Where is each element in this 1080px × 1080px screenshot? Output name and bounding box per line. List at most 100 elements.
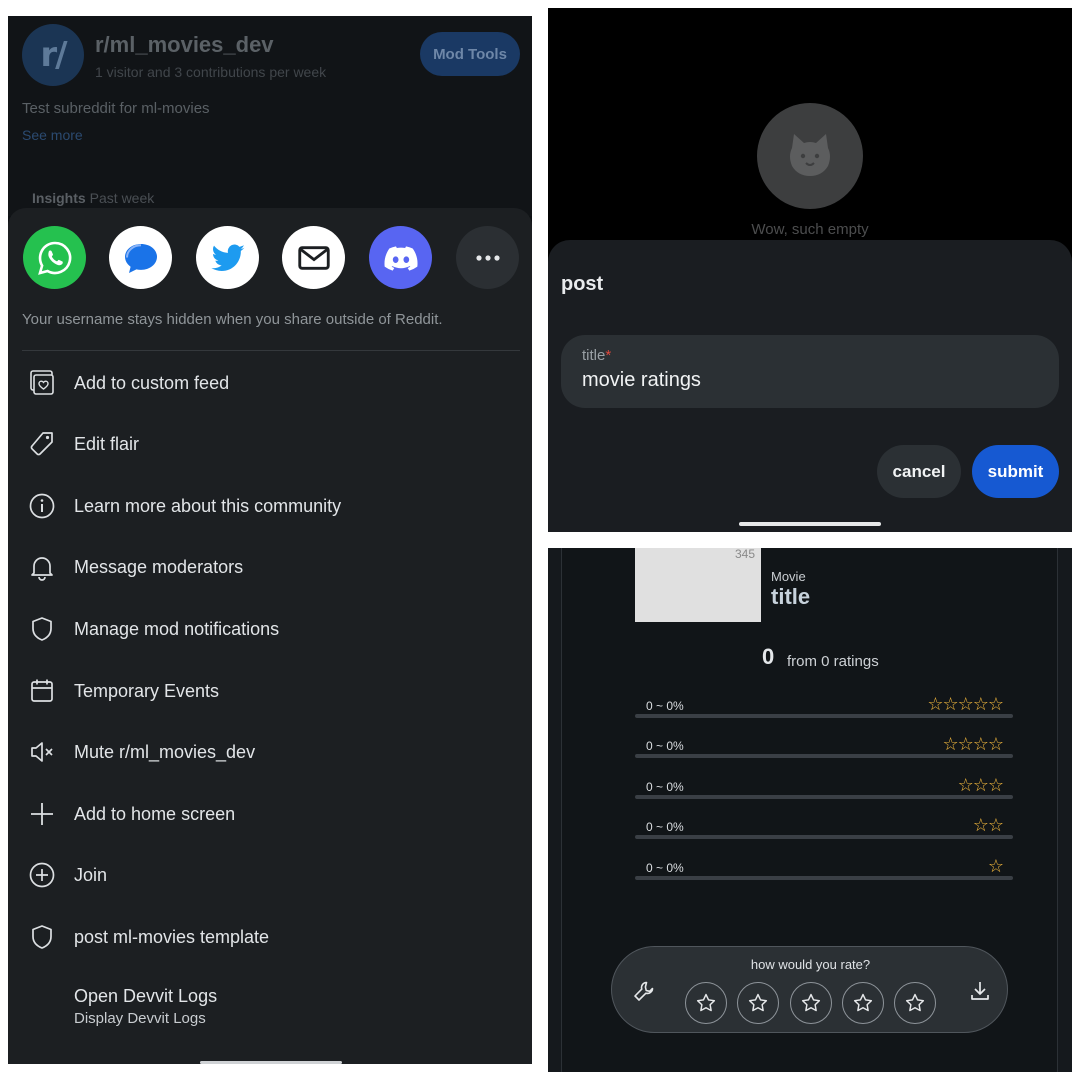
rate-prompt: how would you rate?: [750, 957, 871, 972]
insights-label: Insights Past week: [32, 190, 155, 206]
empty-state-avatar: [757, 103, 863, 209]
menu-item-label: Add to custom feed: [74, 372, 230, 393]
mute-icon: [28, 738, 56, 766]
menu-item-edit-flair[interactable]: Edit flair: [8, 416, 532, 472]
calendar-icon: [28, 677, 56, 705]
menu-item-label: Mute r/ml_movies_dev: [74, 741, 256, 762]
subreddit-avatar-text: r/: [40, 35, 67, 75]
star-button-5[interactable]: [894, 982, 936, 1024]
star-icon: [748, 993, 768, 1012]
menu-item-label: Join: [74, 864, 108, 885]
menu-item-join[interactable]: Join: [8, 847, 532, 903]
movie-poster-placeholder: 250 × 345: [635, 548, 761, 622]
poster-dimensions: 250 × 345: [735, 548, 756, 561]
discord-share-button[interactable]: [369, 226, 432, 289]
subreddit-share-screen: r/ r/ml_movies_dev 1 visitor and 3 contr…: [8, 16, 532, 1064]
divider: [22, 350, 520, 351]
rating-bar: [635, 835, 1013, 839]
menu-item-label: Learn more about this community: [74, 495, 342, 516]
subreddit-header: r/ r/ml_movies_dev 1 visitor and 3 contr…: [8, 16, 532, 216]
rating-row-1: 0 ~ 0% ☆: [635, 856, 1013, 886]
star-button-3[interactable]: [790, 982, 832, 1024]
title-field-label: title*: [582, 347, 612, 364]
star-icon: [801, 993, 821, 1012]
menu-item-label: Open Devvit Logs: [74, 986, 218, 1006]
star-icon: [853, 993, 873, 1012]
share-app-row: [22, 226, 522, 290]
menu-item-temporary-events[interactable]: Temporary Events: [8, 663, 532, 719]
empty-state-text: Wow, such empty: [751, 221, 869, 238]
star-icon: [696, 993, 716, 1012]
star-button-2[interactable]: [737, 982, 779, 1024]
subreddit-description: Test subreddit for ml-movies: [22, 100, 210, 117]
rating-row-4: 0 ~ 0% ☆☆☆☆: [635, 734, 1013, 764]
menu-item-add-to-custom-feed[interactable]: Add to custom feed: [8, 355, 532, 411]
messages-share-button[interactable]: [109, 226, 172, 289]
custom-feed-icon: [28, 369, 56, 397]
whatsapp-icon: [37, 241, 71, 275]
wrench-icon[interactable]: [632, 979, 656, 1003]
menu-item-learn-more[interactable]: Learn more about this community: [8, 478, 532, 534]
download-icon[interactable]: [968, 979, 992, 1003]
title-field[interactable]: title* movie ratings: [561, 335, 1059, 408]
rating-row-2: 0 ~ 0% ☆☆: [635, 815, 1013, 845]
messages-icon: [124, 243, 157, 273]
see-more-link[interactable]: See more: [22, 127, 83, 143]
menu-item-open-devvit-logs[interactable]: Open Devvit Logs Display Devvit Logs: [8, 978, 532, 1034]
star-label: ☆☆☆: [957, 775, 1004, 796]
email-icon: [297, 245, 330, 270]
average-rating: 0: [762, 644, 775, 669]
menu-item-manage-mod-notifications[interactable]: Manage mod notifications: [8, 601, 532, 657]
plus-circle-icon: [28, 861, 56, 889]
star-label: ☆☆☆☆☆: [927, 694, 1004, 715]
post-dialog: post title* movie ratings cancel submit: [548, 240, 1072, 532]
rating-bar: [635, 876, 1013, 880]
menu-item-add-to-home-screen[interactable]: Add to home screen: [8, 786, 532, 842]
required-mark: *: [605, 347, 612, 364]
subreddit-stats: 1 visitor and 3 contributions per week: [95, 64, 327, 80]
twitter-icon: [210, 244, 245, 271]
dialog-title: post: [561, 273, 604, 295]
submit-button[interactable]: submit: [972, 445, 1059, 498]
discord-icon: [383, 245, 418, 271]
shield-icon: [28, 615, 56, 643]
rating-percent: 0 ~ 0%: [646, 861, 684, 875]
star-label: ☆☆: [972, 815, 1004, 836]
star-label: ☆: [987, 856, 1004, 877]
rating-widget-screen: 250 × 345 Movie title 0 from 0 ratings 0…: [548, 548, 1072, 1072]
menu-item-message-moderators[interactable]: Message moderators: [8, 539, 532, 595]
rate-input-pill: how would you rate?: [611, 946, 1008, 1033]
rating-count: from 0 ratings: [787, 653, 879, 670]
menu-item-label: Temporary Events: [74, 680, 220, 701]
info-icon: [28, 492, 56, 520]
post-dialog-screen: Wow, such empty post title* movie rating…: [548, 8, 1072, 532]
share-sheet: Your username stays hidden when you shar…: [8, 208, 532, 1064]
movie-kicker: Movie: [771, 569, 806, 584]
rating-row-3: 0 ~ 0% ☆☆☆: [635, 775, 1013, 805]
cancel-button[interactable]: cancel: [877, 445, 961, 498]
whatsapp-share-button[interactable]: [23, 226, 86, 289]
star-button-4[interactable]: [842, 982, 884, 1024]
subreddit-avatar[interactable]: r/: [22, 24, 84, 86]
rating-bar: [635, 754, 1013, 758]
plus-icon: [28, 800, 56, 828]
menu-item-label: post ml-movies template: [74, 926, 270, 947]
share-privacy-note: Your username stays hidden when you shar…: [22, 311, 443, 328]
menu-item-label: Edit flair: [74, 433, 140, 454]
email-share-button[interactable]: [282, 226, 345, 289]
menu-item-label: Message moderators: [74, 556, 244, 577]
tag-icon: [28, 430, 56, 458]
rating-row-5: 0 ~ 0% ☆☆☆☆☆: [635, 694, 1013, 724]
title-field-value[interactable]: movie ratings: [582, 369, 701, 392]
menu-item-mute[interactable]: Mute r/ml_movies_dev: [8, 724, 532, 780]
menu-item-label: Manage mod notifications: [74, 618, 280, 639]
twitter-share-button[interactable]: [196, 226, 259, 289]
star-button-1[interactable]: [685, 982, 727, 1024]
menu-item-post-template[interactable]: post ml-movies template: [8, 909, 532, 965]
more-share-button[interactable]: [456, 226, 519, 289]
rating-percent: 0 ~ 0%: [646, 739, 684, 753]
star-label: ☆☆☆☆: [942, 734, 1004, 755]
rating-bar: [635, 795, 1013, 799]
mod-tools-button[interactable]: Mod Tools: [420, 32, 520, 76]
rating-percent: 0 ~ 0%: [646, 820, 684, 834]
